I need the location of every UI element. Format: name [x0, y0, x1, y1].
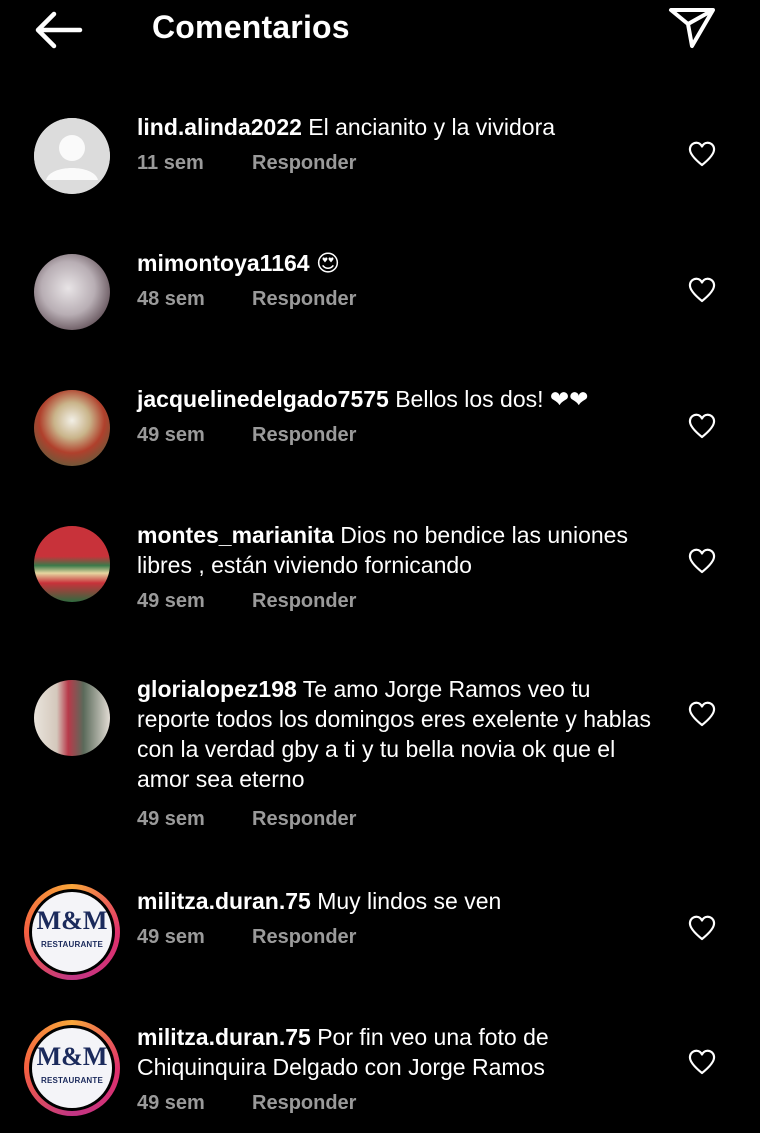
- avatar[interactable]: [34, 680, 110, 756]
- comment-username[interactable]: lind.alinda2022: [137, 114, 302, 140]
- comment-username[interactable]: montes_marianita: [137, 522, 334, 548]
- comment-text: El ancianito y la vividora: [308, 114, 556, 140]
- comment-username[interactable]: mimontoya1164: [137, 250, 310, 276]
- comment-text: Muy lindos se ven: [317, 888, 502, 914]
- comment-time: 11 sem: [137, 152, 204, 174]
- restaurant-logo: M&M RESTAURANTE: [32, 1028, 112, 1108]
- comment-time: 49 sem: [137, 1092, 205, 1114]
- logo-letters: M&M: [36, 906, 108, 935]
- heart-icon[interactable]: [688, 141, 716, 167]
- heart-icon[interactable]: [688, 548, 716, 574]
- reply-button[interactable]: Responder: [252, 590, 356, 612]
- avatar[interactable]: [34, 118, 110, 194]
- default-avatar-icon: [34, 118, 110, 194]
- avatar[interactable]: M&M RESTAURANTE: [24, 1020, 120, 1116]
- reply-button[interactable]: Responder: [252, 424, 356, 446]
- back-button[interactable]: [30, 8, 88, 52]
- paper-plane-icon: [669, 8, 715, 48]
- heart-icon[interactable]: [688, 701, 716, 727]
- heart-icon[interactable]: [688, 413, 716, 439]
- comment-time: 49 sem: [137, 590, 205, 612]
- avatar[interactable]: [34, 254, 110, 330]
- comment-username[interactable]: militza.duran.75: [137, 888, 311, 914]
- comment-username[interactable]: glorialopez198: [137, 676, 297, 702]
- comment-username[interactable]: jacquelinedelgado7575: [137, 386, 389, 412]
- restaurant-logo: M&M RESTAURANTE: [32, 892, 112, 972]
- reply-button[interactable]: Responder: [252, 1092, 356, 1114]
- logo-banner: RESTAURANTE: [40, 940, 104, 949]
- comment-time: 48 sem: [137, 288, 205, 310]
- comment-time: 49 sem: [137, 808, 205, 830]
- share-button[interactable]: [666, 4, 718, 52]
- reply-button[interactable]: Responder: [252, 926, 356, 948]
- arrow-left-icon: [35, 11, 83, 49]
- top-bar: Comentarios: [0, 0, 760, 60]
- heart-icon[interactable]: [688, 1049, 716, 1075]
- avatar[interactable]: [34, 390, 110, 466]
- comment-text: Bellos los dos! ❤❤: [395, 386, 589, 412]
- comment-time: 49 sem: [137, 926, 205, 948]
- logo-banner: RESTAURANTE: [40, 1076, 104, 1085]
- avatar[interactable]: [34, 526, 110, 602]
- page-title: Comentarios: [152, 9, 350, 45]
- avatar[interactable]: M&M RESTAURANTE: [24, 884, 120, 980]
- comment-text: 😍: [315, 250, 340, 276]
- logo-letters: M&M: [36, 1042, 108, 1071]
- comment-time: 49 sem: [137, 424, 205, 446]
- reply-button[interactable]: Responder: [252, 152, 356, 174]
- heart-icon[interactable]: [688, 915, 716, 941]
- reply-button[interactable]: Responder: [252, 288, 356, 310]
- comment-username[interactable]: militza.duran.75: [137, 1024, 311, 1050]
- heart-icon[interactable]: [688, 277, 716, 303]
- reply-button[interactable]: Responder: [252, 808, 356, 830]
